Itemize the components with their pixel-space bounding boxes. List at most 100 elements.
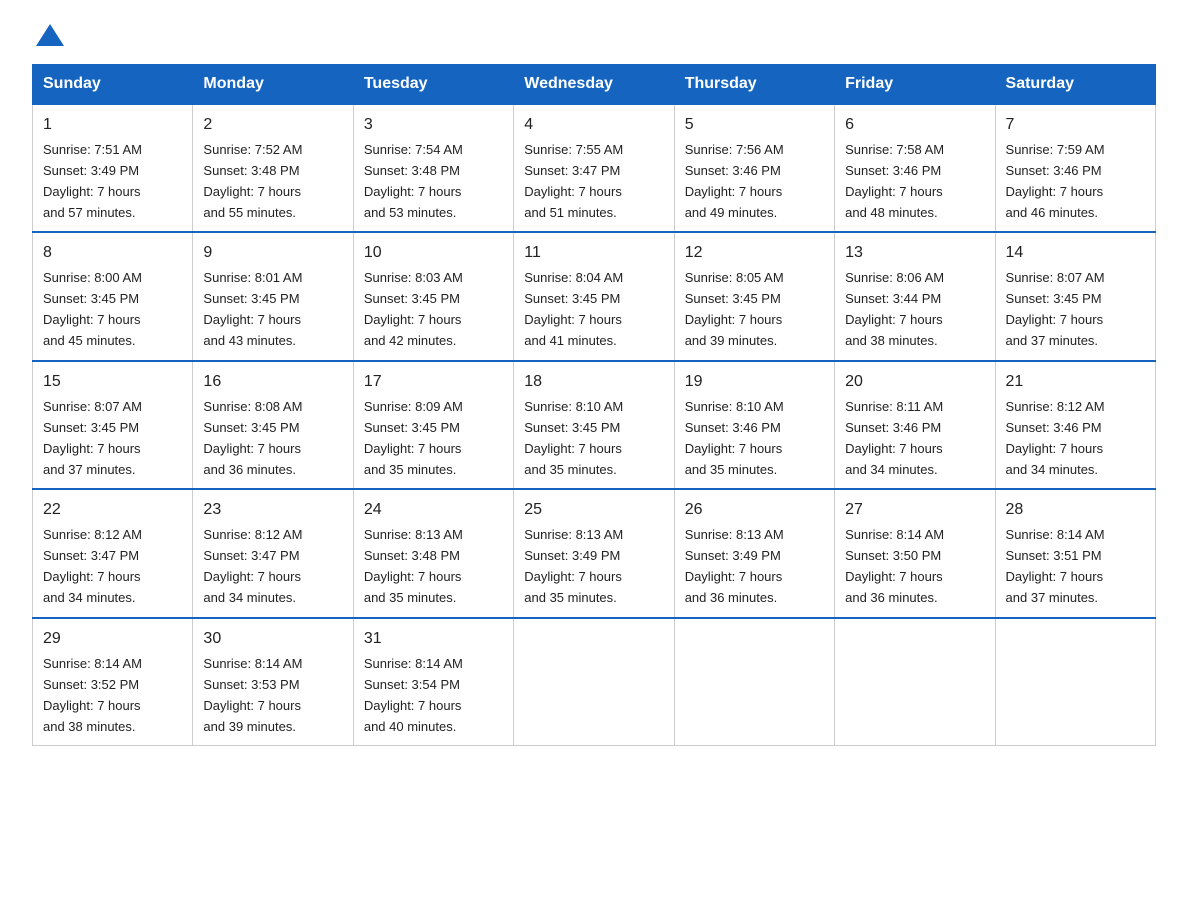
weekday-header-monday: Monday bbox=[193, 65, 353, 105]
calendar-cell: 2 Sunrise: 7:52 AMSunset: 3:48 PMDayligh… bbox=[193, 104, 353, 232]
day-number: 6 bbox=[845, 113, 984, 138]
day-number: 27 bbox=[845, 498, 984, 523]
calendar-cell: 28 Sunrise: 8:14 AMSunset: 3:51 PMDaylig… bbox=[995, 489, 1155, 617]
day-number: 18 bbox=[524, 370, 663, 395]
calendar-cell: 25 Sunrise: 8:13 AMSunset: 3:49 PMDaylig… bbox=[514, 489, 674, 617]
calendar-cell: 26 Sunrise: 8:13 AMSunset: 3:49 PMDaylig… bbox=[674, 489, 834, 617]
calendar-cell: 3 Sunrise: 7:54 AMSunset: 3:48 PMDayligh… bbox=[353, 104, 513, 232]
calendar-cell: 30 Sunrise: 8:14 AMSunset: 3:53 PMDaylig… bbox=[193, 618, 353, 746]
calendar-week-row: 1 Sunrise: 7:51 AMSunset: 3:49 PMDayligh… bbox=[33, 104, 1156, 232]
calendar-cell bbox=[514, 618, 674, 746]
day-info: Sunrise: 8:14 AMSunset: 3:50 PMDaylight:… bbox=[845, 527, 944, 605]
calendar-cell: 12 Sunrise: 8:05 AMSunset: 3:45 PMDaylig… bbox=[674, 232, 834, 360]
day-info: Sunrise: 8:01 AMSunset: 3:45 PMDaylight:… bbox=[203, 270, 302, 348]
day-info: Sunrise: 7:59 AMSunset: 3:46 PMDaylight:… bbox=[1006, 142, 1105, 220]
day-number: 1 bbox=[43, 113, 182, 138]
calendar-cell: 10 Sunrise: 8:03 AMSunset: 3:45 PMDaylig… bbox=[353, 232, 513, 360]
day-info: Sunrise: 8:03 AMSunset: 3:45 PMDaylight:… bbox=[364, 270, 463, 348]
calendar-cell: 17 Sunrise: 8:09 AMSunset: 3:45 PMDaylig… bbox=[353, 361, 513, 489]
day-number: 19 bbox=[685, 370, 824, 395]
calendar-cell: 18 Sunrise: 8:10 AMSunset: 3:45 PMDaylig… bbox=[514, 361, 674, 489]
calendar-cell bbox=[835, 618, 995, 746]
calendar-week-row: 29 Sunrise: 8:14 AMSunset: 3:52 PMDaylig… bbox=[33, 618, 1156, 746]
day-number: 4 bbox=[524, 113, 663, 138]
day-number: 24 bbox=[364, 498, 503, 523]
day-number: 20 bbox=[845, 370, 984, 395]
calendar-week-row: 8 Sunrise: 8:00 AMSunset: 3:45 PMDayligh… bbox=[33, 232, 1156, 360]
day-number: 25 bbox=[524, 498, 663, 523]
day-info: Sunrise: 8:10 AMSunset: 3:45 PMDaylight:… bbox=[524, 399, 623, 477]
day-number: 8 bbox=[43, 241, 182, 266]
weekday-header-sunday: Sunday bbox=[33, 65, 193, 105]
day-info: Sunrise: 8:07 AMSunset: 3:45 PMDaylight:… bbox=[43, 399, 142, 477]
day-info: Sunrise: 7:51 AMSunset: 3:49 PMDaylight:… bbox=[43, 142, 142, 220]
calendar-cell: 27 Sunrise: 8:14 AMSunset: 3:50 PMDaylig… bbox=[835, 489, 995, 617]
day-number: 28 bbox=[1006, 498, 1145, 523]
day-info: Sunrise: 8:13 AMSunset: 3:49 PMDaylight:… bbox=[685, 527, 784, 605]
calendar-cell: 24 Sunrise: 8:13 AMSunset: 3:48 PMDaylig… bbox=[353, 489, 513, 617]
calendar-cell: 29 Sunrise: 8:14 AMSunset: 3:52 PMDaylig… bbox=[33, 618, 193, 746]
day-number: 29 bbox=[43, 627, 182, 652]
calendar-cell: 1 Sunrise: 7:51 AMSunset: 3:49 PMDayligh… bbox=[33, 104, 193, 232]
day-number: 21 bbox=[1006, 370, 1145, 395]
calendar-header-row: SundayMondayTuesdayWednesdayThursdayFrid… bbox=[33, 65, 1156, 105]
calendar-cell bbox=[995, 618, 1155, 746]
logo-triangle-icon bbox=[36, 24, 64, 46]
day-info: Sunrise: 8:14 AMSunset: 3:53 PMDaylight:… bbox=[203, 656, 302, 734]
day-number: 11 bbox=[524, 241, 663, 266]
day-info: Sunrise: 8:12 AMSunset: 3:47 PMDaylight:… bbox=[43, 527, 142, 605]
day-info: Sunrise: 8:10 AMSunset: 3:46 PMDaylight:… bbox=[685, 399, 784, 477]
day-info: Sunrise: 7:55 AMSunset: 3:47 PMDaylight:… bbox=[524, 142, 623, 220]
day-info: Sunrise: 7:54 AMSunset: 3:48 PMDaylight:… bbox=[364, 142, 463, 220]
calendar-week-row: 15 Sunrise: 8:07 AMSunset: 3:45 PMDaylig… bbox=[33, 361, 1156, 489]
day-info: Sunrise: 8:12 AMSunset: 3:47 PMDaylight:… bbox=[203, 527, 302, 605]
calendar-cell: 20 Sunrise: 8:11 AMSunset: 3:46 PMDaylig… bbox=[835, 361, 995, 489]
calendar-cell: 7 Sunrise: 7:59 AMSunset: 3:46 PMDayligh… bbox=[995, 104, 1155, 232]
day-info: Sunrise: 7:58 AMSunset: 3:46 PMDaylight:… bbox=[845, 142, 944, 220]
day-number: 3 bbox=[364, 113, 503, 138]
day-info: Sunrise: 8:07 AMSunset: 3:45 PMDaylight:… bbox=[1006, 270, 1105, 348]
day-info: Sunrise: 7:52 AMSunset: 3:48 PMDaylight:… bbox=[203, 142, 302, 220]
day-info: Sunrise: 8:14 AMSunset: 3:51 PMDaylight:… bbox=[1006, 527, 1105, 605]
weekday-header-tuesday: Tuesday bbox=[353, 65, 513, 105]
calendar-cell: 11 Sunrise: 8:04 AMSunset: 3:45 PMDaylig… bbox=[514, 232, 674, 360]
day-number: 30 bbox=[203, 627, 342, 652]
weekday-header-saturday: Saturday bbox=[995, 65, 1155, 105]
calendar-cell: 13 Sunrise: 8:06 AMSunset: 3:44 PMDaylig… bbox=[835, 232, 995, 360]
day-info: Sunrise: 7:56 AMSunset: 3:46 PMDaylight:… bbox=[685, 142, 784, 220]
day-number: 14 bbox=[1006, 241, 1145, 266]
day-info: Sunrise: 8:12 AMSunset: 3:46 PMDaylight:… bbox=[1006, 399, 1105, 477]
day-info: Sunrise: 8:05 AMSunset: 3:45 PMDaylight:… bbox=[685, 270, 784, 348]
day-number: 31 bbox=[364, 627, 503, 652]
day-info: Sunrise: 8:14 AMSunset: 3:52 PMDaylight:… bbox=[43, 656, 142, 734]
day-info: Sunrise: 8:11 AMSunset: 3:46 PMDaylight:… bbox=[845, 399, 943, 477]
page-header bbox=[32, 24, 1156, 46]
calendar-cell: 4 Sunrise: 7:55 AMSunset: 3:47 PMDayligh… bbox=[514, 104, 674, 232]
day-number: 15 bbox=[43, 370, 182, 395]
day-number: 17 bbox=[364, 370, 503, 395]
day-info: Sunrise: 8:09 AMSunset: 3:45 PMDaylight:… bbox=[364, 399, 463, 477]
day-number: 16 bbox=[203, 370, 342, 395]
day-info: Sunrise: 8:14 AMSunset: 3:54 PMDaylight:… bbox=[364, 656, 463, 734]
calendar-cell: 6 Sunrise: 7:58 AMSunset: 3:46 PMDayligh… bbox=[835, 104, 995, 232]
calendar-cell: 8 Sunrise: 8:00 AMSunset: 3:45 PMDayligh… bbox=[33, 232, 193, 360]
calendar-table: SundayMondayTuesdayWednesdayThursdayFrid… bbox=[32, 64, 1156, 746]
calendar-cell: 31 Sunrise: 8:14 AMSunset: 3:54 PMDaylig… bbox=[353, 618, 513, 746]
day-number: 9 bbox=[203, 241, 342, 266]
day-number: 22 bbox=[43, 498, 182, 523]
calendar-cell: 15 Sunrise: 8:07 AMSunset: 3:45 PMDaylig… bbox=[33, 361, 193, 489]
calendar-cell: 9 Sunrise: 8:01 AMSunset: 3:45 PMDayligh… bbox=[193, 232, 353, 360]
day-info: Sunrise: 8:04 AMSunset: 3:45 PMDaylight:… bbox=[524, 270, 623, 348]
weekday-header-thursday: Thursday bbox=[674, 65, 834, 105]
day-number: 13 bbox=[845, 241, 984, 266]
calendar-cell: 19 Sunrise: 8:10 AMSunset: 3:46 PMDaylig… bbox=[674, 361, 834, 489]
day-number: 2 bbox=[203, 113, 342, 138]
calendar-cell: 16 Sunrise: 8:08 AMSunset: 3:45 PMDaylig… bbox=[193, 361, 353, 489]
day-info: Sunrise: 8:13 AMSunset: 3:49 PMDaylight:… bbox=[524, 527, 623, 605]
calendar-cell: 5 Sunrise: 7:56 AMSunset: 3:46 PMDayligh… bbox=[674, 104, 834, 232]
day-info: Sunrise: 8:00 AMSunset: 3:45 PMDaylight:… bbox=[43, 270, 142, 348]
day-number: 26 bbox=[685, 498, 824, 523]
calendar-cell: 22 Sunrise: 8:12 AMSunset: 3:47 PMDaylig… bbox=[33, 489, 193, 617]
day-number: 10 bbox=[364, 241, 503, 266]
weekday-header-wednesday: Wednesday bbox=[514, 65, 674, 105]
